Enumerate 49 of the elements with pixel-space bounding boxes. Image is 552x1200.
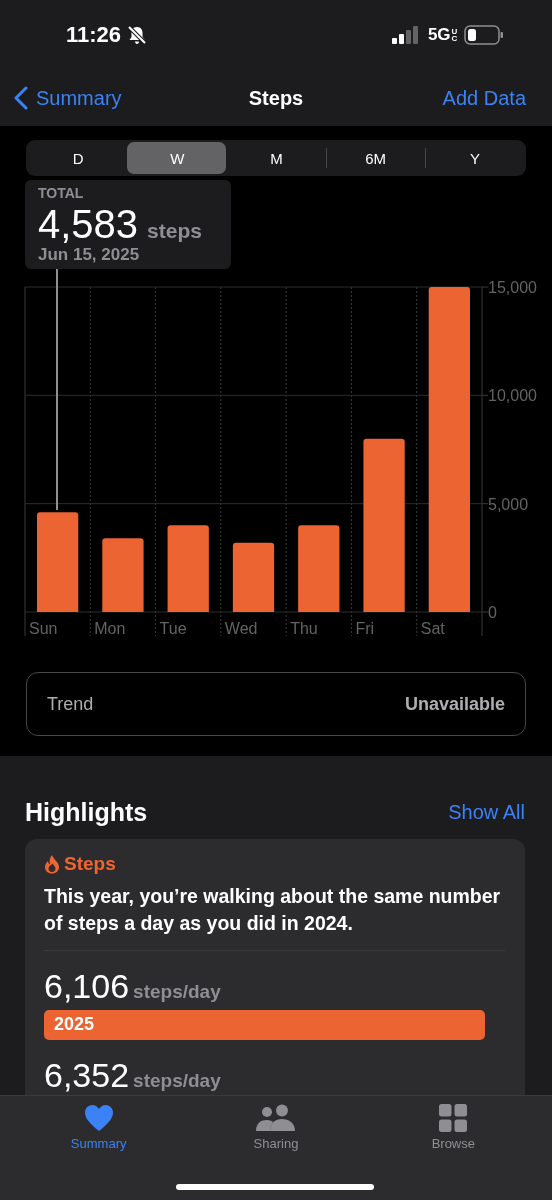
average-value: 6,106 bbox=[44, 966, 130, 1006]
segment-tab[interactable]: 6M bbox=[325, 148, 425, 168]
nav-title: Steps bbox=[248, 86, 304, 109]
trend-value: Unavailable bbox=[404, 693, 505, 715]
signal-icon bbox=[391, 26, 420, 44]
segment-tab[interactable]: W bbox=[127, 142, 227, 174]
battery-icon bbox=[464, 25, 504, 45]
total-label: TOTAL bbox=[38, 185, 85, 201]
chart-bar bbox=[232, 542, 275, 612]
section-title: Highlights bbox=[25, 798, 148, 827]
total-value: 4,583 bbox=[38, 203, 139, 245]
bell-muted-icon bbox=[127, 25, 148, 45]
tab-bar-item[interactable]: Browse bbox=[398, 1104, 509, 1160]
people-icon bbox=[256, 1104, 296, 1132]
date-label: Jun 15, 2025 bbox=[38, 245, 141, 265]
tab-bar-item[interactable]: Sharing bbox=[221, 1104, 331, 1160]
axis-label: Mon bbox=[94, 620, 126, 637]
category-label: Steps bbox=[64, 853, 116, 875]
status-time: 11:26 bbox=[66, 22, 122, 48]
chevron-left-icon bbox=[14, 86, 28, 110]
show-all-link[interactable]: Show All bbox=[448, 801, 525, 824]
axis-label: Tue bbox=[159, 620, 187, 637]
unit-label: steps bbox=[147, 219, 202, 243]
segment-tab[interactable]: Y bbox=[424, 148, 524, 168]
axis-label: 15,000 bbox=[488, 279, 537, 296]
comparison-bar: 2025 bbox=[44, 1009, 485, 1040]
unit-label: steps/day bbox=[133, 980, 221, 1003]
highlight-card[interactable]: Steps This year, you’re walking about the same number of steps a day as you did in 2024. 6,106 steps/day 2025 6,352 steps/day bbox=[25, 839, 525, 1095]
back-button[interactable]: Summary bbox=[14, 86, 122, 110]
axis-label: Wed bbox=[224, 620, 258, 637]
axis-label: Fri bbox=[355, 620, 375, 637]
segment-tab[interactable]: D bbox=[28, 142, 128, 174]
grid-icon bbox=[439, 1104, 468, 1132]
trend-label: Trend bbox=[47, 693, 94, 715]
trend-row[interactable]: Trend Unavailable bbox=[26, 672, 526, 736]
axis-label: 10,000 bbox=[488, 387, 537, 405]
tab-bar-item[interactable]: Summary bbox=[43, 1104, 154, 1160]
axis-label: 0 bbox=[488, 604, 497, 621]
heart-icon bbox=[83, 1104, 114, 1132]
highlight-text: This year, you’re walking about the same number of steps a day as you did in 2024. bbox=[44, 883, 505, 951]
average-value: 6,352 bbox=[44, 1055, 130, 1095]
unit-label: steps/day bbox=[133, 1069, 221, 1092]
segment-tab[interactable]: M bbox=[226, 142, 326, 174]
axis-label: Thu bbox=[290, 620, 318, 637]
flame-icon bbox=[44, 854, 60, 874]
axis-label: Sun bbox=[29, 620, 58, 637]
add-data-button[interactable]: Add Data bbox=[442, 86, 526, 110]
axis-label: 5,000 bbox=[488, 495, 529, 513]
axis-label: Sat bbox=[420, 620, 445, 637]
